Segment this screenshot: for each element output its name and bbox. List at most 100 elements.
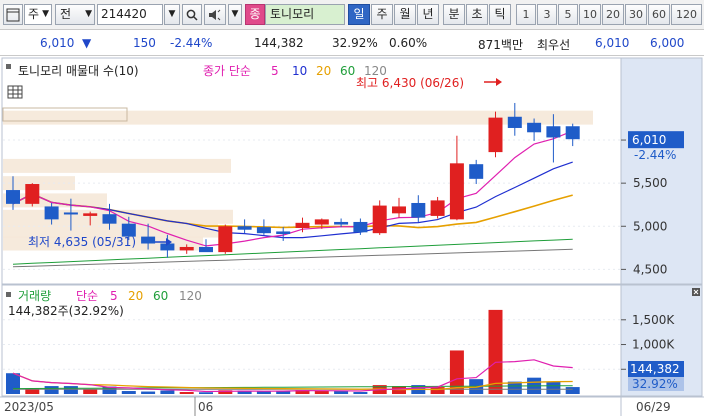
ma-5-label: 5 xyxy=(271,64,279,78)
candle-body xyxy=(276,231,291,235)
vol-ma-60-label: 60 xyxy=(153,289,168,303)
price-tick-label: 4,500 xyxy=(633,262,667,276)
period-tab-minute[interactable]: 분 xyxy=(443,4,465,25)
period-tab-day[interactable]: 일 xyxy=(348,4,370,25)
volume-bar xyxy=(121,391,136,394)
x-label-start: 2023/05 xyxy=(4,400,54,414)
panel-collapse-icon[interactable] xyxy=(6,64,11,69)
volume-tick-label: 1,500K xyxy=(632,313,675,327)
candle-body xyxy=(430,200,445,216)
stock-name-field[interactable]: 토니모리 xyxy=(265,4,345,25)
volume-bar xyxy=(63,386,78,394)
close-icon[interactable] xyxy=(692,288,700,296)
volume-bar xyxy=(141,391,156,394)
down-arrow-icon: ▼ xyxy=(82,36,92,50)
volume-summary: 144,382주(32.92%) xyxy=(8,304,124,318)
high-annotation: 최고 6,430 (06/26) xyxy=(356,76,464,90)
change-percent: -2.44% xyxy=(170,36,213,50)
price-panel-title: 토니모리 매물대 수(10) xyxy=(18,64,139,78)
candle-body xyxy=(199,246,213,253)
interval-3[interactable]: 3 xyxy=(537,4,557,25)
volume-bar xyxy=(334,391,349,394)
candle-body xyxy=(237,226,252,230)
candle-body xyxy=(527,122,542,133)
interval-20[interactable]: 20 xyxy=(602,4,624,25)
candle-body xyxy=(334,221,349,225)
chart-area[interactable]: 토니모리 매물대 수(10) 종가 단순 5 10 20 60 120 최고 6… xyxy=(0,56,704,416)
window-icon[interactable] xyxy=(3,4,23,25)
candle-body xyxy=(469,164,484,179)
volume-bar xyxy=(488,309,503,394)
volume-profile-bar xyxy=(3,110,593,125)
current-price-tag-value: 6,010 xyxy=(632,133,666,147)
table-icon[interactable] xyxy=(7,85,23,99)
volume-value: 144,382 xyxy=(254,36,304,50)
dropdown-arrow-icon: ▼ xyxy=(42,9,49,19)
volume-ratio: 32.92% xyxy=(332,36,378,50)
candle-body xyxy=(411,202,426,218)
current-volume-tag-value: 144,382 xyxy=(630,362,680,376)
interval-1[interactable]: 1 xyxy=(516,4,536,25)
period-tab-tick[interactable]: 틱 xyxy=(489,4,511,25)
volume-bar xyxy=(44,386,59,394)
volume-ma-label: 단순 xyxy=(76,289,98,303)
volume-bar xyxy=(565,387,580,394)
candle-body xyxy=(25,184,40,204)
period-tab-month[interactable]: 월 xyxy=(394,4,416,25)
interval-30[interactable]: 30 xyxy=(625,4,647,25)
market-select[interactable]: 주 ▼ xyxy=(24,4,52,25)
interval-10[interactable]: 10 xyxy=(579,4,601,25)
turnover-rate: 0.60% xyxy=(389,36,428,50)
interval-120[interactable]: 120 xyxy=(671,4,702,25)
x-label-end: 06/29 xyxy=(636,400,671,414)
vol-ma-120-label: 120 xyxy=(179,289,202,303)
candle-body xyxy=(102,214,117,224)
ma-20-label: 20 xyxy=(316,64,331,78)
candle xyxy=(488,111,503,158)
dropdown-arrow-icon[interactable]: ▼ xyxy=(164,4,180,25)
candle-body xyxy=(6,190,20,204)
volume-bar xyxy=(83,389,98,394)
stock-type-badge: 종 xyxy=(245,4,265,25)
sound-icon[interactable] xyxy=(204,4,226,25)
volume-bar xyxy=(179,392,194,394)
current-volume-tag: 144,382 32.92% xyxy=(628,361,684,391)
candle xyxy=(372,200,387,235)
period-tab-week[interactable]: 주 xyxy=(371,4,393,25)
vol-ma-20-label: 20 xyxy=(128,289,143,303)
volume-bar xyxy=(546,381,561,394)
dropdown-arrow-icon[interactable]: ▼ xyxy=(228,4,242,25)
stock-chart[interactable]: 토니모리 매물대 수(10) 종가 단순 5 10 20 60 120 최고 6… xyxy=(0,56,704,416)
stock-code-value: 214420 xyxy=(101,7,147,21)
candle-body xyxy=(256,227,271,234)
price-ma-label: 종가 단순 xyxy=(203,64,251,78)
candle-body xyxy=(218,226,233,253)
x-label-june: 06 xyxy=(198,400,213,414)
panel-collapse-icon[interactable] xyxy=(6,292,11,297)
candle-body xyxy=(565,126,580,140)
best-ask: 6,000 xyxy=(650,36,685,50)
candle-body xyxy=(353,221,368,233)
candle-body xyxy=(507,116,522,128)
candle-body xyxy=(63,212,78,215)
price-tick-label: 5,000 xyxy=(633,219,667,233)
volume-tick-label: 1,000K xyxy=(632,338,675,352)
search-icon[interactable] xyxy=(182,4,202,25)
stock-code-input[interactable]: 214420 xyxy=(97,4,163,25)
interval-5[interactable]: 5 xyxy=(558,4,578,25)
volume-profile-bar xyxy=(3,158,231,173)
x-axis-bar xyxy=(0,397,704,416)
current-ratio-tag: 32.92% xyxy=(632,377,678,391)
interval-60[interactable]: 60 xyxy=(648,4,670,25)
ma-10-label: 10 xyxy=(292,64,307,78)
candle xyxy=(218,224,233,254)
code-type-select[interactable]: 전 ▼ xyxy=(55,4,95,25)
toolbar: 주 ▼ 전 ▼ 214420 ▼ ▼ 종 토니모리 일 주 월 년 분 초 틱 … xyxy=(0,0,704,30)
price-axis-panel xyxy=(620,57,703,285)
candle-body xyxy=(488,117,503,153)
candle xyxy=(25,183,40,207)
period-tab-second[interactable]: 초 xyxy=(466,4,488,25)
low-annotation: 최저 4,635 (05/31) xyxy=(28,235,136,249)
period-tab-year[interactable]: 년 xyxy=(417,4,439,25)
market-label: 주 xyxy=(28,7,40,21)
